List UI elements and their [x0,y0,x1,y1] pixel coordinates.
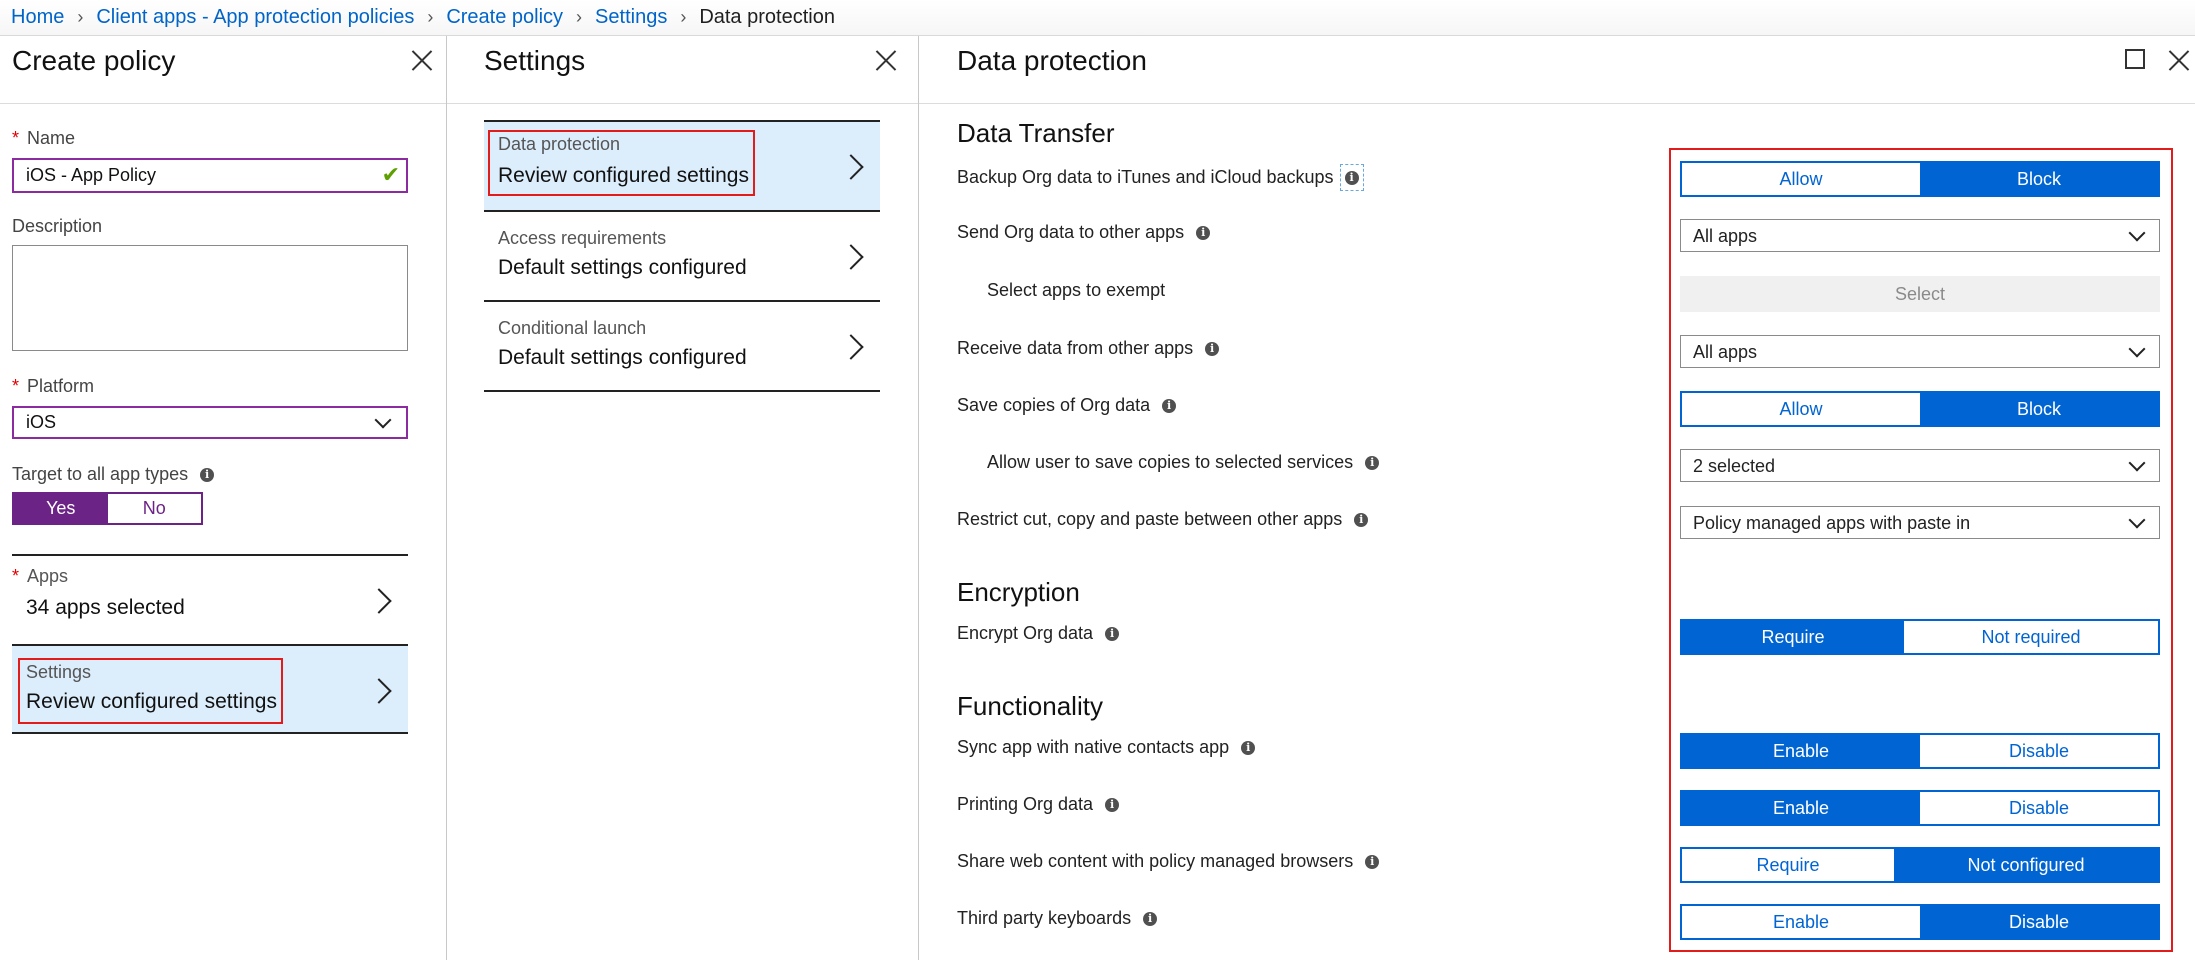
blade-header: Create policy [0,36,446,104]
highlight-box [488,130,755,196]
close-icon[interactable] [872,46,900,74]
sync-label: Sync app with native contacts app i [957,737,1256,758]
chevron-right-icon [366,588,392,614]
blade-header: Settings [447,36,918,104]
info-icon[interactable]: i [1162,399,1177,414]
highlight-box [1669,148,2173,952]
description-field[interactable] [12,245,408,351]
restrict-label: Restrict cut, copy and paste between oth… [957,509,1369,530]
target-yes-button[interactable]: Yes [14,494,108,523]
target-toggle: Yes No [12,492,203,525]
close-icon[interactable] [408,46,436,74]
info-icon[interactable]: i [1241,741,1256,756]
divider [12,732,408,734]
name-label: * Name [12,128,76,148]
chevron-right-icon [838,154,864,180]
target-label: Target to all app types i [12,464,215,485]
item-sub-label: Conditional launch [498,318,647,338]
blade-title: Create policy [12,45,176,76]
item-sub-label: Access requirements [498,228,667,248]
chevron-right-icon: › [576,7,583,27]
blade-title: Data protection [957,45,1147,76]
name-field[interactable]: iOS - App Policy ✔ [12,158,408,193]
info-icon[interactable]: i [1105,798,1120,813]
keyboards-label: Third party keyboards i [957,908,1158,929]
chevron-right-icon [838,244,864,270]
send-label: Send Org data to other apps i [957,222,1211,243]
divider [484,390,880,392]
section-data-transfer: Data Transfer [957,118,1115,148]
settings-item-conditional-launch[interactable]: Conditional launch Default settings conf… [484,300,880,390]
exempt-label: Select apps to exempt [987,280,1166,300]
item-main-label: Default settings configured [498,346,747,369]
receive-label: Receive data from other apps i [957,338,1220,359]
info-icon[interactable]: i [1196,226,1211,241]
info-icon[interactable]: i [1143,912,1158,927]
chevron-down-icon [374,411,392,429]
description-label: Description [12,216,103,236]
highlight-box [18,658,283,724]
close-icon[interactable] [2165,46,2193,74]
target-no-button[interactable]: No [107,494,201,523]
blade-header: Data protection [919,36,2195,104]
checkmark-icon: ✔ [381,162,400,187]
encrypt-label: Encrypt Org data i [957,623,1120,644]
breadcrumb-home[interactable]: Home [11,6,64,29]
save-services-label: Allow user to save copies to selected se… [987,452,1380,473]
create-policy-blade: Create policy * Name iOS - App Policy ✔ D… [0,36,447,960]
info-icon[interactable]: i [1205,342,1220,357]
item-main-label: Default settings configured [498,256,747,279]
printing-label: Printing Org data i [957,794,1120,815]
settings-item-data-protection[interactable]: Data protection Review configured settin… [484,120,880,210]
info-icon[interactable]: i [1344,171,1359,186]
apps-sub-label: * Apps [12,566,69,586]
info-icon[interactable]: i [1365,855,1380,870]
chevron-right-icon: › [427,7,434,27]
platform-label: * Platform [12,376,95,396]
chevron-right-icon: › [77,7,84,27]
maximize-icon[interactable] [2125,49,2145,69]
save-label: Save copies of Org data i [957,395,1177,416]
blade-title: Settings [484,45,586,76]
breadcrumb-current: Data protection [699,6,835,28]
share-label: Share web content with policy managed br… [957,851,1380,872]
backup-label: Backup Org data to iTunes and iCloud bac… [957,164,1364,191]
chevron-right-icon: › [680,7,687,27]
settings-item-access-requirements[interactable]: Access requirements Default settings con… [484,210,880,300]
info-icon[interactable]: i [1365,456,1380,471]
info-icon[interactable]: i [200,468,215,483]
chevron-right-icon [366,678,392,704]
info-icon[interactable]: i [1354,513,1369,528]
breadcrumb-settings[interactable]: Settings [595,6,667,29]
breadcrumb-client-apps[interactable]: Client apps - App protection policies [96,6,414,29]
apps-nav-item[interactable]: * Apps 34 apps selected [12,554,408,644]
section-functionality: Functionality [957,691,1103,721]
chevron-right-icon [838,334,864,360]
info-icon[interactable]: i [1105,627,1120,642]
breadcrumb-create-policy[interactable]: Create policy [446,6,563,29]
apps-main-label: 34 apps selected [26,596,185,619]
platform-select[interactable]: iOS [12,406,408,439]
settings-nav-item[interactable]: Settings Review configured settings [12,644,408,734]
section-encryption: Encryption [957,577,1080,607]
breadcrumb: Home › Client apps - App protection poli… [0,0,2195,36]
settings-blade: Settings Data protection Review configur… [447,36,919,960]
